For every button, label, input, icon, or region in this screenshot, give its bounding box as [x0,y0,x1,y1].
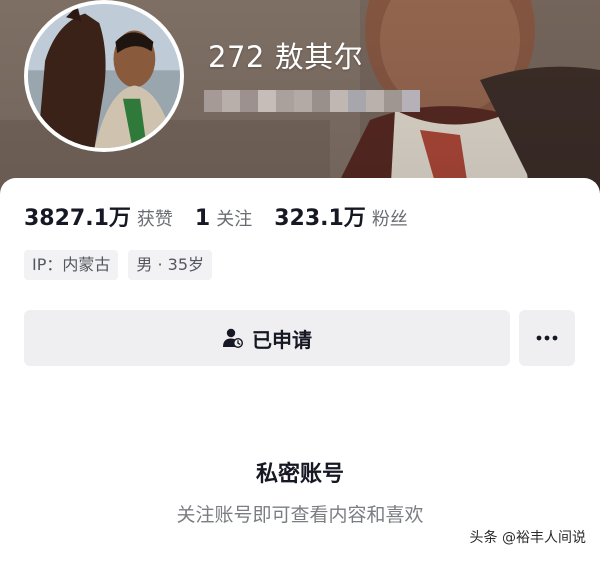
ip-location-tag: IP：内蒙古 [24,250,119,280]
stats-row: 3827.1万 获赞 1 关注 323.1万 粉丝 [24,200,430,232]
more-dots-icon [536,335,558,341]
account-id-redacted [204,90,420,112]
profile-card: 3827.1万 获赞 1 关注 323.1万 粉丝 IP：内蒙古 男 · 35岁… [0,178,600,561]
followers-label[interactable]: 粉丝 [372,205,408,231]
source-watermark: 头条 @裕丰人间说 [469,530,586,546]
followers-count[interactable]: 323.1万 [274,200,366,232]
private-account-title: 私密账号 [255,462,344,487]
nickname: 272 敖其尔 [208,40,364,74]
following-count[interactable]: 1 [195,206,210,231]
follow-requested-label: 已申请 [252,327,312,352]
user-clock-icon [223,328,243,348]
avatar[interactable] [24,0,184,152]
avatar-photo [28,4,180,148]
likes-label[interactable]: 获赞 [137,205,173,231]
profile-tags: IP：内蒙古 男 · 35岁 [24,250,212,280]
likes-count[interactable]: 3827.1万 [24,200,131,232]
gender-age-tag: 男 · 35岁 [128,250,212,280]
following-label[interactable]: 关注 [216,205,252,231]
private-account-description: 关注账号即可查看内容和喜欢 [176,504,424,526]
more-options-button[interactable] [519,310,575,366]
follow-requested-button[interactable]: 已申请 [24,310,510,366]
